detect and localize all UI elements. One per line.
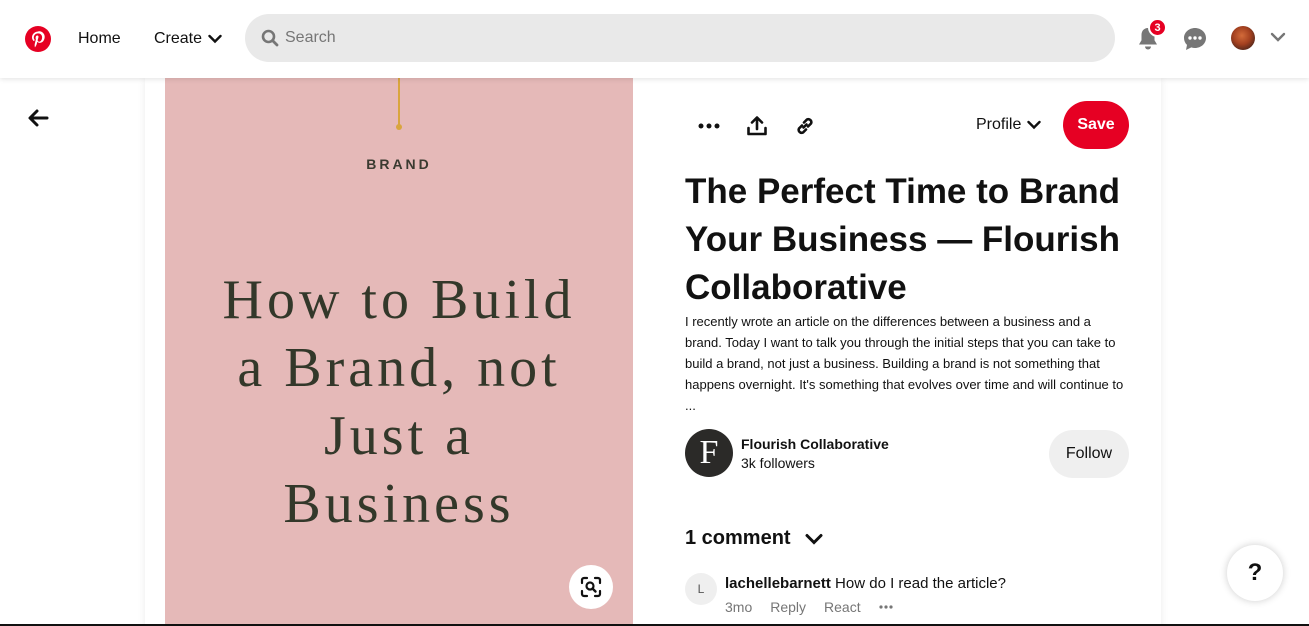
top-navigation-bar: Home Create 3 (0, 0, 1309, 78)
visual-search-button[interactable] (569, 565, 613, 609)
lens-search-icon (580, 576, 602, 598)
comment-more-icon[interactable] (879, 605, 893, 609)
comment-meta: 3mo Reply React (725, 599, 893, 615)
commenter-username[interactable]: lachellebarnett (725, 575, 831, 592)
comment-text: How do I read the article? (835, 575, 1006, 592)
help-button[interactable]: ? (1227, 545, 1283, 601)
pin-image-line: a Brand, not (237, 337, 561, 399)
share-button[interactable] (743, 112, 771, 140)
comments-toggle[interactable]: 1 comment (685, 527, 823, 550)
comments-heading: 1 comment (685, 527, 791, 549)
pin-image-headline: How to Build a Brand, not Just a Busines… (165, 266, 633, 538)
search-icon (261, 29, 279, 47)
notification-badge: 3 (1148, 18, 1167, 37)
creator-name[interactable]: Flourish Collaborative (741, 436, 889, 452)
nav-create-label: Create (154, 30, 203, 47)
search-input[interactable] (285, 29, 1065, 47)
comment-age: 3mo (725, 599, 753, 615)
chevron-down-icon (1027, 120, 1042, 130)
pin-image-line: How to Build (222, 269, 576, 331)
share-upload-icon (747, 116, 767, 136)
user-avatar[interactable] (1231, 26, 1255, 50)
nav-home-link[interactable]: Home (78, 30, 121, 48)
pin-image-line: Business (283, 473, 515, 535)
save-button[interactable]: Save (1063, 101, 1129, 149)
pin-image-decor-dot (396, 124, 402, 130)
pin-description: I recently wrote an article on the diffe… (685, 314, 1124, 413)
chevron-down-icon (805, 533, 823, 545)
pin-image[interactable]: BRAND How to Build a Brand, not Just a B… (165, 78, 633, 626)
messages-icon[interactable] (1181, 25, 1209, 53)
pin-image-decor-line (398, 78, 400, 126)
link-icon (797, 117, 813, 135)
back-arrow-icon[interactable] (27, 108, 49, 128)
search-bar[interactable] (245, 14, 1115, 62)
creator-follower-count: 3k followers (741, 455, 815, 471)
comment-body: lachellebarnett How do I read the articl… (725, 575, 1006, 592)
pin-title[interactable]: The Perfect Time to Brand Your Business … (685, 168, 1135, 312)
pin-image-line: Just a (324, 405, 474, 467)
ellipsis-icon (698, 123, 720, 129)
board-select-label: Profile (976, 116, 1022, 133)
more-options-button[interactable] (695, 112, 723, 140)
pinterest-logo-icon[interactable] (25, 26, 51, 52)
comment-reply-button[interactable]: Reply (770, 599, 806, 615)
board-select-dropdown[interactable]: Profile (976, 116, 1042, 134)
follow-button[interactable]: Follow (1049, 430, 1129, 478)
comment-react-button[interactable]: React (824, 599, 861, 615)
chevron-down-icon (208, 34, 222, 44)
nav-create-menu[interactable]: Create (154, 30, 222, 48)
copy-link-button[interactable] (791, 112, 819, 140)
commenter-avatar[interactable]: L (685, 573, 717, 605)
account-chevron-down-icon[interactable] (1270, 31, 1286, 43)
pin-image-label: BRAND (366, 156, 432, 172)
creator-avatar[interactable]: F (685, 429, 733, 477)
